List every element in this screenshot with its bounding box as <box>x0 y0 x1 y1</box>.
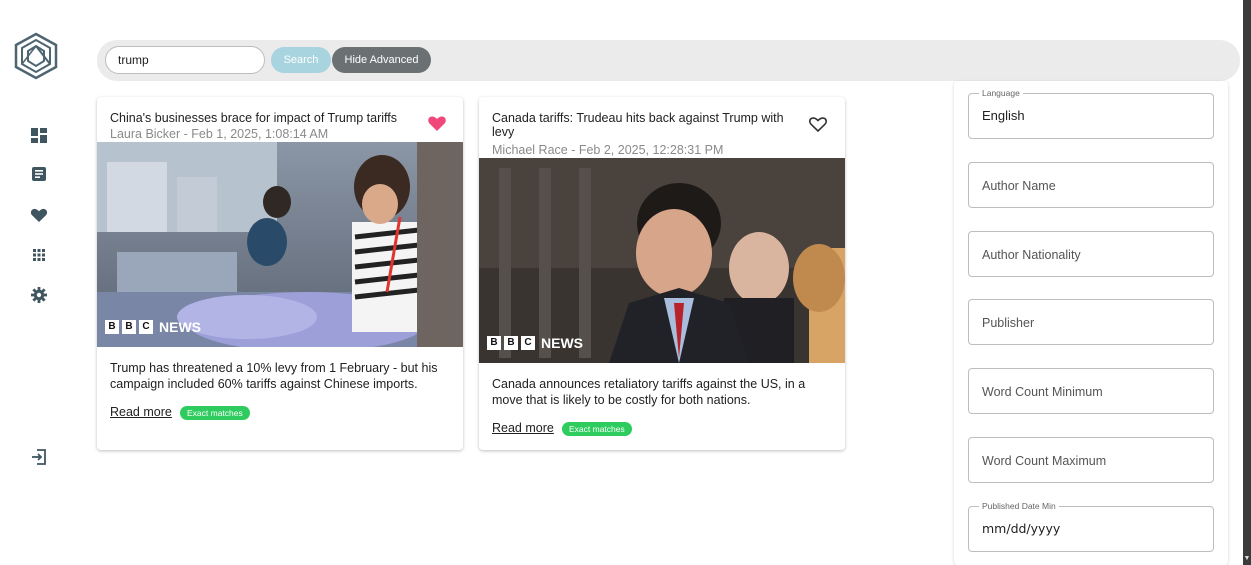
article-description: Canada announces retaliatory tariffs aga… <box>492 377 806 407</box>
article-description: Trump has threatened a 10% levy from 1 F… <box>110 361 438 391</box>
author-nationality-field[interactable]: Author Nationality <box>968 231 1214 277</box>
page-scrollbar[interactable] <box>1243 0 1251 565</box>
article-icon[interactable] <box>29 164 49 184</box>
article-title[interactable]: Canada tariffs: Trudeau hits back agains… <box>492 111 807 139</box>
exact-matches-badge: Exact matches <box>562 422 632 436</box>
search-input[interactable] <box>105 46 265 74</box>
language-value: English <box>982 108 1025 123</box>
scroll-down-arrow-icon[interactable]: ▼ <box>1243 552 1251 565</box>
exact-matches-badge: Exact matches <box>180 406 250 420</box>
article-title[interactable]: China's businesses brace for impact of T… <box>110 111 415 125</box>
article-image[interactable]: BBC NEWS <box>479 158 845 363</box>
read-more-link[interactable]: Read more <box>110 405 172 419</box>
advanced-filters-panel: Language English Author Name Author Nati… <box>954 81 1228 565</box>
word-count-max-field[interactable]: Word Count Maximum <box>968 437 1214 483</box>
word-count-max-placeholder: Word Count Maximum <box>982 454 1107 468</box>
app-logo[interactable] <box>13 32 59 80</box>
publisher-placeholder: Publisher <box>982 316 1035 330</box>
word-count-min-placeholder: Word Count Minimum <box>982 385 1103 399</box>
published-date-min-field[interactable]: Published Date Min mm/dd/yyyy <box>968 501 1214 552</box>
read-more-link[interactable]: Read more <box>492 421 554 435</box>
article-image[interactable]: BBC NEWS <box>97 142 463 347</box>
gear-icon[interactable] <box>29 285 49 305</box>
apps-grid-icon[interactable] <box>29 245 49 265</box>
search-button[interactable]: Search <box>271 47 331 73</box>
heart-outline-icon[interactable] <box>808 115 828 133</box>
language-select[interactable]: Language English <box>968 88 1214 139</box>
search-bar: Search Hide Advanced <box>97 40 1240 81</box>
sidebar <box>0 0 78 565</box>
bbc-news-watermark: BBC NEWS <box>105 319 201 335</box>
dashboard-icon[interactable] <box>29 125 49 145</box>
bbc-news-watermark: BBC NEWS <box>487 335 583 351</box>
published-date-min-value: mm/dd/yyyy <box>982 521 1061 536</box>
language-label: Language <box>979 88 1023 98</box>
favorites-heart-icon[interactable] <box>29 205 49 225</box>
article-meta: Michael Race - Feb 2, 2025, 12:28:31 PM <box>492 143 724 157</box>
word-count-min-field[interactable]: Word Count Minimum <box>968 368 1214 414</box>
author-nationality-placeholder: Author Nationality <box>982 248 1081 262</box>
logout-icon[interactable] <box>29 447 49 467</box>
published-date-min-label: Published Date Min <box>979 501 1059 511</box>
article-card: China's businesses brace for impact of T… <box>97 97 463 450</box>
author-name-field[interactable]: Author Name <box>968 162 1214 208</box>
publisher-field[interactable]: Publisher <box>968 299 1214 345</box>
hide-advanced-button[interactable]: Hide Advanced <box>332 47 431 73</box>
article-card: Canada tariffs: Trudeau hits back agains… <box>479 97 845 450</box>
heart-filled-icon[interactable] <box>427 114 447 132</box>
article-meta: Laura Bicker - Feb 1, 2025, 1:08:14 AM <box>110 127 329 141</box>
author-name-placeholder: Author Name <box>982 179 1056 193</box>
